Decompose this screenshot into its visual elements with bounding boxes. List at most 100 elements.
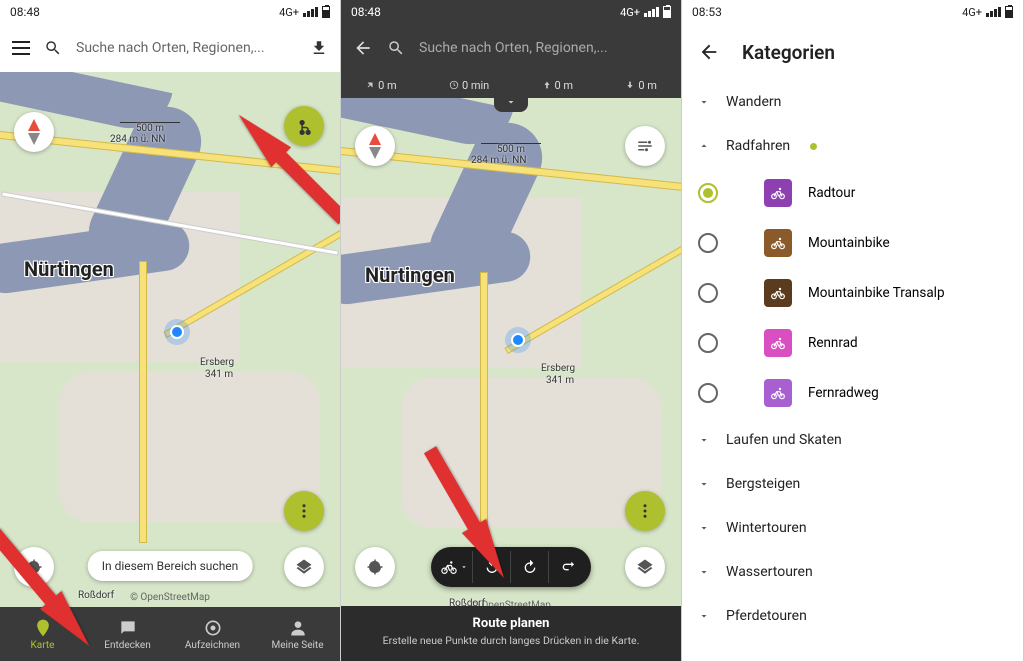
bike-icon xyxy=(764,379,792,407)
subcategory-label: Fernradweg xyxy=(808,385,879,401)
status-network: 4G+ xyxy=(620,6,640,19)
search-icon xyxy=(44,39,62,57)
signal-icon xyxy=(303,7,318,17)
battery-icon xyxy=(322,6,330,18)
route-banner[interactable]: Route planen Erstelle neue Punkte durch … xyxy=(341,606,681,661)
bike-icon xyxy=(764,279,792,307)
layers-button[interactable] xyxy=(284,547,324,587)
chevron-up-icon xyxy=(698,140,710,152)
subcategory-item[interactable]: Fernradweg xyxy=(682,368,1023,418)
banner-title: Route planen xyxy=(349,616,673,631)
category-bergsteigen[interactable]: Bergsteigen xyxy=(682,462,1023,506)
back-button[interactable] xyxy=(698,41,720,63)
radio-button[interactable] xyxy=(698,283,718,303)
category-wintertouren[interactable]: Wintertouren xyxy=(682,506,1023,550)
search-button[interactable] xyxy=(387,39,405,57)
category-label: Laufen und Skaten xyxy=(726,432,842,448)
arrow-down-icon xyxy=(625,80,635,90)
chevron-down-icon xyxy=(505,96,517,108)
subcategory-label: Radtour xyxy=(808,185,855,201)
redo-icon xyxy=(522,559,538,575)
radio-button[interactable] xyxy=(698,383,718,403)
category-laufen[interactable]: Laufen und Skaten xyxy=(682,418,1023,462)
route-icon xyxy=(295,117,313,135)
more-vertical-icon xyxy=(636,502,654,520)
map-canvas[interactable]: 500 m 284 m ü. NN Nürtingen Ersberg 341 … xyxy=(0,72,340,661)
tab-aufzeichnen[interactable]: Aufzeichnen xyxy=(170,607,255,661)
search-input[interactable]: Suche nach Orten, Regionen,... xyxy=(76,40,296,56)
download-button[interactable] xyxy=(310,39,328,57)
menu-button[interactable] xyxy=(12,41,30,55)
redo-button[interactable] xyxy=(511,551,549,583)
subcategory-item[interactable]: Mountainbike xyxy=(682,218,1023,268)
top-bar: Suche nach Orten, Regionen,... xyxy=(341,24,681,72)
more-button[interactable] xyxy=(284,491,324,531)
category-wassertouren[interactable]: Wassertouren xyxy=(682,550,1023,594)
peak-name: Ersberg xyxy=(200,357,234,368)
layers-icon xyxy=(295,558,313,576)
expand-stats-button[interactable] xyxy=(494,96,528,112)
category-pferdetouren[interactable]: Pferdetouren xyxy=(682,594,1023,638)
crosshair-icon xyxy=(366,558,384,576)
active-indicator-dot xyxy=(810,143,817,150)
locate-button[interactable] xyxy=(355,547,395,587)
sliders-icon xyxy=(636,137,654,155)
search-area-button[interactable]: In diesem Bereich suchen xyxy=(88,551,253,581)
status-time: 08:48 xyxy=(10,5,40,19)
route-options-button[interactable] xyxy=(625,126,665,166)
map-elevation: 284 m ü. NN xyxy=(471,155,527,166)
activity-type-button[interactable] xyxy=(435,551,473,583)
status-network: 4G+ xyxy=(962,6,982,19)
more-button[interactable] xyxy=(625,491,665,531)
radio-button[interactable] xyxy=(698,233,718,253)
arrow-up-icon xyxy=(542,80,552,90)
screen-route-plan: 08:48 4G+ Suche nach Orten, Regionen,...… xyxy=(341,0,682,661)
map-elevation: 284 m ü. NN xyxy=(110,134,166,145)
stat-distance: 0 m xyxy=(365,79,397,92)
map-canvas[interactable]: 500 m 284 m ü. NN Nürtingen Ersberg 341 … xyxy=(341,98,681,661)
layers-icon xyxy=(636,558,654,576)
subcategory-item[interactable]: Radtour xyxy=(682,168,1023,218)
tab-meine-seite[interactable]: Meine Seite xyxy=(255,607,340,661)
distance-icon xyxy=(365,80,375,90)
layers-button[interactable] xyxy=(625,547,665,587)
compass-button[interactable] xyxy=(355,126,395,166)
bike-icon xyxy=(764,329,792,357)
compass-button[interactable] xyxy=(14,112,54,152)
signal-icon xyxy=(644,7,659,17)
map-attribution: © OpenStreetMap xyxy=(130,592,210,603)
radio-button[interactable] xyxy=(698,183,718,203)
bike-icon xyxy=(440,558,458,576)
category-label: Wandern xyxy=(726,94,781,110)
subcategory-item[interactable]: Mountainbike Transalp xyxy=(682,268,1023,318)
record-icon xyxy=(203,618,223,638)
subcategory-item[interactable]: Rennrad xyxy=(682,318,1023,368)
chevron-down-icon xyxy=(698,522,710,534)
battery-icon xyxy=(663,6,671,18)
status-bar: 08:48 4G+ xyxy=(0,0,340,24)
category-radfahren[interactable]: Radfahren xyxy=(682,124,1023,168)
stat-time: 0 min xyxy=(449,79,489,92)
stat-descent: 0 m xyxy=(625,79,657,92)
caret-down-icon xyxy=(460,563,468,571)
status-network: 4G+ xyxy=(279,6,299,19)
screen-categories: 08:53 4G+ Kategorien Wandern Radfahren R… xyxy=(682,0,1024,661)
radio-button[interactable] xyxy=(698,333,718,353)
header-title: Kategorien xyxy=(742,41,835,64)
download-icon xyxy=(310,39,328,57)
category-wandern[interactable]: Wandern xyxy=(682,80,1023,124)
back-button[interactable] xyxy=(353,38,373,58)
clock-icon xyxy=(449,80,459,90)
plan-route-button[interactable] xyxy=(284,106,324,146)
hamburger-icon xyxy=(12,41,30,55)
more-vertical-icon xyxy=(295,502,313,520)
reverse-button[interactable] xyxy=(549,551,587,583)
peak-height: 341 m xyxy=(205,369,233,380)
reverse-icon xyxy=(560,559,576,575)
category-list: Wandern Radfahren Radtour MountainbikeMou… xyxy=(682,80,1023,638)
screen-map-default: 08:48 4G+ Suche nach Orten, Regionen,... xyxy=(0,0,341,661)
category-label: Bergsteigen xyxy=(726,476,800,492)
search-input[interactable]: Suche nach Orten, Regionen,... xyxy=(419,40,669,56)
category-label: Radfahren xyxy=(726,138,790,154)
search-button[interactable] xyxy=(44,39,62,57)
